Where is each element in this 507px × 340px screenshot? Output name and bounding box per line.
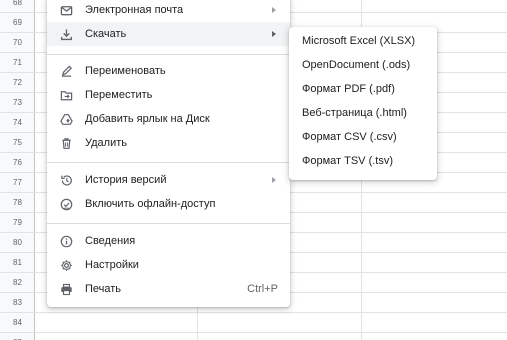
- row-number[interactable]: 68: [0, 0, 35, 13]
- drive-shortcut-icon: [59, 112, 73, 126]
- row-number[interactable]: 76: [0, 153, 35, 173]
- menu-separator: [47, 54, 290, 55]
- row-number[interactable]: 78: [0, 193, 35, 213]
- menu-item-label: Переместить: [85, 89, 153, 101]
- chevron-right-icon: [272, 31, 276, 37]
- download-tsv[interactable]: Формат TSV (.tsv): [289, 149, 437, 173]
- row-number[interactable]: 83: [0, 293, 35, 313]
- menu-item-add-shortcut[interactable]: Добавить ярлык на Диск: [47, 107, 290, 131]
- row-number[interactable]: 77: [0, 173, 35, 193]
- menu-item-download[interactable]: Скачать: [47, 22, 290, 46]
- envelope-icon: [59, 3, 73, 17]
- keyboard-shortcut: Ctrl+P: [247, 283, 278, 295]
- row-number[interactable]: 81: [0, 253, 35, 273]
- row-number[interactable]: 84: [0, 313, 35, 333]
- menu-item-label: Включить офлайн-доступ: [85, 198, 216, 210]
- folder-move-icon: [59, 88, 73, 102]
- download-xlsx[interactable]: Microsoft Excel (XLSX): [289, 29, 437, 53]
- row-number[interactable]: 85: [0, 333, 35, 340]
- menu-separator: [47, 223, 290, 224]
- row-header-column: 68 69 70 71 72 73 74 75 76 77 78 79 80 8…: [0, 0, 35, 340]
- offline-check-icon: [59, 197, 73, 211]
- menu-item-label: Настройки: [85, 259, 139, 271]
- download-csv[interactable]: Формат CSV (.csv): [289, 125, 437, 149]
- row-number[interactable]: 69: [0, 13, 35, 33]
- download-ods[interactable]: OpenDocument (.ods): [289, 53, 437, 77]
- row-number[interactable]: 79: [0, 213, 35, 233]
- gear-icon: [59, 258, 73, 272]
- chevron-right-icon: [272, 177, 276, 183]
- menu-item-label: Сведения: [85, 235, 136, 247]
- menu-item-delete[interactable]: Удалить: [47, 131, 290, 155]
- row-number[interactable]: 72: [0, 73, 35, 93]
- trash-icon: [59, 136, 73, 150]
- pencil-icon: [59, 64, 73, 78]
- grid-line: [35, 312, 507, 313]
- info-icon: [59, 234, 73, 248]
- row-number[interactable]: 70: [0, 33, 35, 53]
- menu-item-label: Добавить ярлык на Диск: [85, 113, 210, 125]
- menu-item-rename[interactable]: Переименовать: [47, 59, 290, 83]
- row-number[interactable]: 80: [0, 233, 35, 253]
- menu-item-label: Печать: [85, 283, 122, 295]
- menu-item-offline[interactable]: Включить офлайн-доступ: [47, 192, 290, 216]
- menu-item-move[interactable]: Переместить: [47, 83, 290, 107]
- row-number[interactable]: 75: [0, 133, 35, 153]
- grid-line: [35, 332, 507, 333]
- download-icon: [59, 27, 73, 41]
- row-number[interactable]: 73: [0, 93, 35, 113]
- menu-separator: [47, 162, 290, 163]
- menu-item-details[interactable]: Сведения: [47, 229, 290, 253]
- menu-item-version-history[interactable]: История версий: [47, 168, 290, 192]
- download-submenu: Microsoft Excel (XLSX) OpenDocument (.od…: [289, 27, 437, 180]
- download-pdf[interactable]: Формат PDF (.pdf): [289, 77, 437, 101]
- printer-icon: [59, 282, 73, 296]
- file-menu: Электронная почта Скачать Переименовать …: [47, 0, 290, 307]
- chevron-right-icon: [272, 7, 276, 13]
- menu-item-label: Переименовать: [85, 65, 166, 77]
- menu-item-label: Электронная почта: [85, 4, 184, 16]
- row-number[interactable]: 74: [0, 113, 35, 133]
- menu-item-label: История версий: [85, 174, 167, 186]
- menu-item-settings[interactable]: Настройки: [47, 253, 290, 277]
- menu-item-label: Удалить: [85, 137, 127, 149]
- menu-item-print[interactable]: Печать Ctrl+P: [47, 277, 290, 301]
- download-html[interactable]: Веб-страница (.html): [289, 101, 437, 125]
- row-number[interactable]: 82: [0, 273, 35, 293]
- menu-item-label: Скачать: [85, 28, 127, 40]
- history-icon: [59, 173, 73, 187]
- menu-item-email[interactable]: Электронная почта: [47, 0, 290, 22]
- row-number[interactable]: 71: [0, 53, 35, 73]
